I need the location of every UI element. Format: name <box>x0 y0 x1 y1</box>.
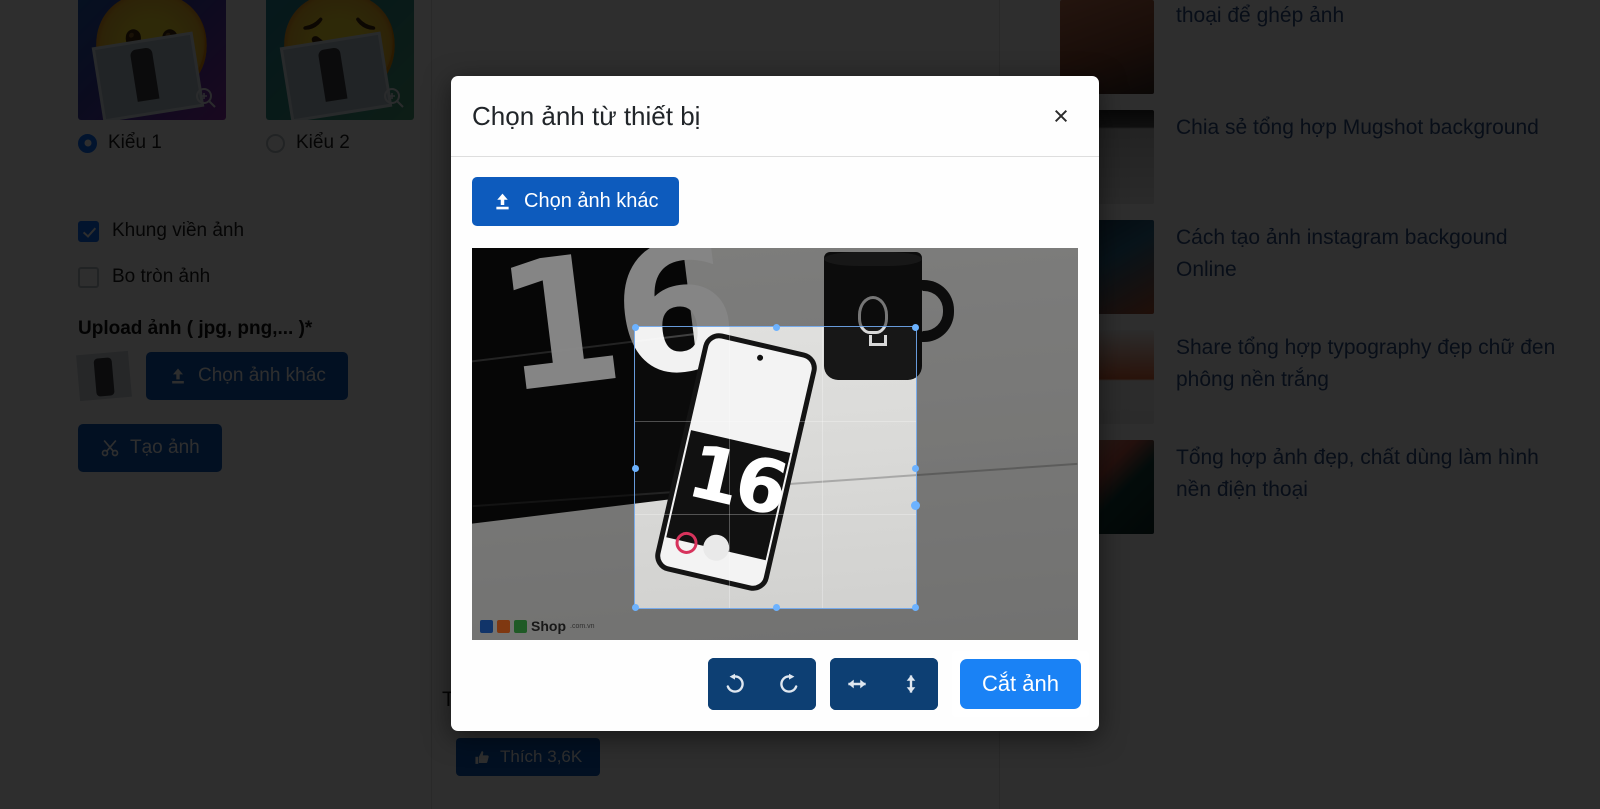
watermark-text: Shop <box>531 618 566 634</box>
crop-handle-bottom-right[interactable] <box>912 604 919 611</box>
rotate-right-button[interactable] <box>761 657 816 710</box>
crop-button-highlight: Cắt ảnh <box>951 650 1089 717</box>
rotate-button-group <box>707 657 816 710</box>
crop-handle-bottom-left[interactable] <box>632 604 639 611</box>
crop-handle-bottom-center[interactable] <box>772 604 780 611</box>
flip-vertical-icon <box>906 674 916 693</box>
crop-selection-box[interactable] <box>632 324 920 611</box>
crop-handle-middle-right[interactable] <box>912 464 919 472</box>
modal-footer-toolbar: Cắt ảnh <box>451 640 1099 731</box>
watermark: Shop .com.vn <box>480 618 595 634</box>
crop-gridline <box>822 327 824 608</box>
crop-handle-middle-left[interactable] <box>632 464 639 472</box>
flip-button-group <box>829 657 938 710</box>
crop-gridline <box>635 420 916 422</box>
crop-gridline <box>728 327 730 608</box>
mug-handle <box>912 280 954 342</box>
watermark-square-blue <box>480 619 493 633</box>
flip-horizontal-button[interactable] <box>829 657 884 710</box>
modal-header: Chọn ảnh từ thiết bị × <box>451 76 1099 157</box>
watermark-subtext: .com.vn <box>570 622 595 630</box>
flip-horizontal-icon <box>848 679 866 688</box>
crop-image-button[interactable]: Cắt ảnh <box>959 658 1081 709</box>
watermark-square-orange <box>497 619 510 633</box>
modal-body: Chọn ảnh khác 16 16 Shop .com.vn <box>451 157 1099 640</box>
rotate-left-icon <box>726 673 744 693</box>
crop-gridline <box>635 514 916 516</box>
rotate-left-button[interactable] <box>707 657 762 710</box>
choose-image-modal: Chọn ảnh từ thiết bị × Chọn ảnh khác 16 <box>451 76 1099 731</box>
upload-icon <box>496 193 509 210</box>
crop-handle-top-left[interactable] <box>632 324 639 331</box>
crop-handle-top-center[interactable] <box>772 324 780 331</box>
modal-choose-other-image-label: Chọn ảnh khác <box>524 190 659 212</box>
modal-choose-other-image-button[interactable]: Chọn ảnh khác <box>472 177 679 226</box>
crop-handle-top-right[interactable] <box>912 324 919 331</box>
image-cropper-stage[interactable]: 16 16 Shop .com.vn <box>472 248 1078 640</box>
flip-vertical-button[interactable] <box>883 657 938 710</box>
modal-title: Chọn ảnh từ thiết bị <box>472 100 701 131</box>
watermark-square-green <box>514 619 527 633</box>
close-icon[interactable]: × <box>1044 99 1078 133</box>
rotate-right-icon <box>780 673 798 693</box>
